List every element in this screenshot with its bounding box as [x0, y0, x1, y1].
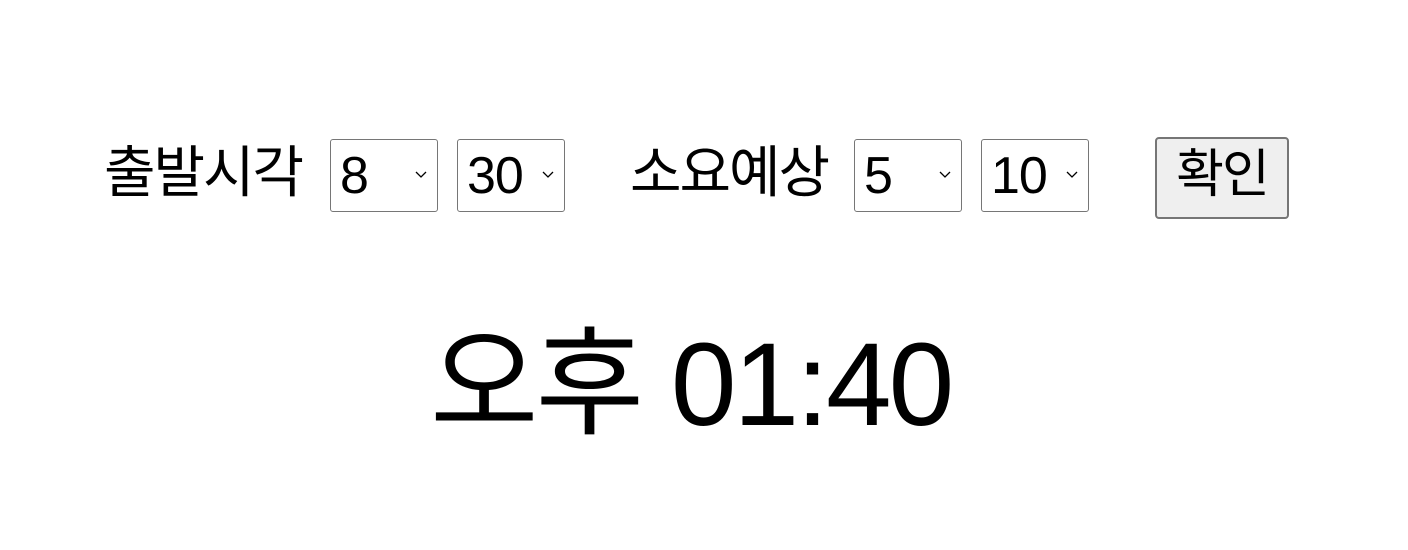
chevron-down-icon	[1066, 171, 1078, 178]
page: 출발시각 8 30 소요예상 5 10 확인 오후 01:40	[0, 0, 1408, 550]
duration-minutes-value: 10	[991, 147, 1048, 205]
confirm-button-label: 확인	[1176, 145, 1270, 205]
departure-hour-value: 8	[340, 147, 369, 205]
departure-minute-select[interactable]: 30	[457, 139, 565, 212]
duration-label: 소요예상	[630, 141, 830, 206]
chevron-down-icon	[415, 171, 427, 178]
duration-minutes-select[interactable]: 10	[981, 139, 1089, 212]
time-form: 출발시각 8 30 소요예상 5 10 확인	[0, 0, 1408, 550]
departure-minute-value: 30	[467, 147, 524, 205]
chevron-down-icon	[939, 171, 951, 178]
arrival-time-result: 오후 01:40	[430, 319, 954, 451]
duration-hours-value: 5	[864, 147, 893, 205]
confirm-button[interactable]: 확인	[1155, 137, 1289, 219]
departure-time-label: 출발시각	[104, 141, 304, 206]
duration-hours-select[interactable]: 5	[854, 139, 962, 212]
departure-hour-select[interactable]: 8	[330, 139, 438, 212]
chevron-down-icon	[542, 171, 554, 178]
